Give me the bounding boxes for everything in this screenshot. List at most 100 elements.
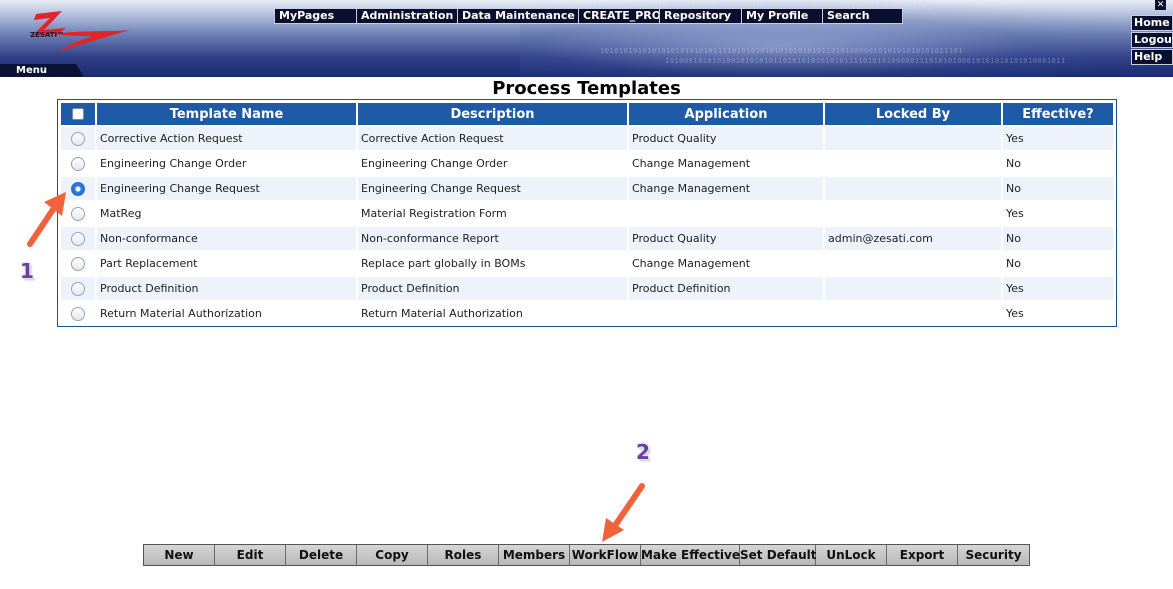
column-description[interactable]: Description [358,103,627,125]
nav-create-pro[interactable]: CREATE_PRO [579,9,660,23]
column-application[interactable]: Application [629,103,823,125]
logo-text: ZESATI™ [30,31,65,39]
table-row[interactable]: Part Replacement Replace part globally in… [61,252,1113,275]
cell-application: Change Management [629,177,823,200]
cell-locked-by [825,252,1001,275]
cell-description: Engineering Change Order [358,152,627,175]
cell-application [629,302,823,325]
cell-description: Corrective Action Request [358,127,627,150]
cell-locked-by [825,302,1001,325]
close-icon[interactable]: ✕ [1155,0,1166,10]
table-row[interactable]: Engineering Change Order Engineering Chan… [61,152,1113,175]
edit-button[interactable]: Edit [215,545,286,565]
annotation-step-1: 1 [20,259,34,283]
set-default-button[interactable]: Set Default [740,545,817,565]
column-template-name[interactable]: Template Name [97,103,356,125]
help-button[interactable]: Help [1131,49,1173,65]
cell-locked-by [825,277,1001,300]
workflow-button[interactable]: WorkFlow [570,545,641,565]
binary-decoration: 1010001010101001010101011010101010101011… [665,57,1066,65]
row-select-cell [61,152,95,175]
table-row[interactable]: Corrective Action Request Corrective Acti… [61,127,1113,150]
cell-locked-by [825,127,1001,150]
cell-description: Replace part globally in BOMs [358,252,627,275]
row-select-cell [61,127,95,150]
nav-my-profile[interactable]: My Profile [742,9,823,23]
roles-button[interactable]: Roles [428,545,499,565]
row-radio-button[interactable] [71,181,85,196]
cell-template-name: Corrective Action Request [97,127,356,150]
cell-locked-by [825,177,1001,200]
table-row[interactable]: Return Material Authorization Return Mate… [61,302,1113,325]
copy-button[interactable]: Copy [357,545,428,565]
row-select-cell [61,302,95,325]
row-radio-button[interactable] [71,281,85,296]
export-button[interactable]: Export [887,545,958,565]
security-button[interactable]: Security [958,545,1029,565]
home-button[interactable]: Home [1131,15,1173,31]
cell-locked-by [825,202,1001,225]
row-select-cell [61,277,95,300]
cell-application: Change Management [629,152,823,175]
row-radio-button[interactable] [71,156,85,171]
cell-effective: No [1003,152,1113,175]
delete-button[interactable]: Delete [286,545,357,565]
cell-description: Return Material Authorization [358,302,627,325]
top-navigation: MyPages Administration Data Maintenance … [274,8,903,24]
nav-administration[interactable]: Administration [357,9,458,23]
unlock-button[interactable]: UnLock [816,545,887,565]
cell-template-name: Return Material Authorization [97,302,356,325]
cell-application: Product Quality [629,127,823,150]
nav-search[interactable]: Search [823,9,902,23]
new-button[interactable]: New [144,545,215,565]
row-radio-button[interactable] [71,231,85,246]
members-button[interactable]: Members [499,545,570,565]
cell-application: Product Quality [629,227,823,250]
cell-effective: Yes [1003,277,1113,300]
cell-locked-by: admin@zesati.com [825,227,1001,250]
make-effective-button[interactable]: Make Effective [641,545,740,565]
cell-effective: Yes [1003,302,1113,325]
cell-application [629,202,823,225]
cell-application: Change Management [629,252,823,275]
row-radio-button[interactable] [71,131,85,146]
cell-effective: No [1003,227,1113,250]
logout-button[interactable]: Logout [1131,32,1173,48]
nav-data-maintenance[interactable]: Data Maintenance [458,9,579,23]
nav-mypages[interactable]: MyPages [275,9,357,23]
annotation-arrow-2 [602,483,645,542]
row-radio-button[interactable] [71,256,85,271]
table-row[interactable]: Product Definition Product Definition Prod… [61,277,1113,300]
cell-template-name: Non-conformance [97,227,356,250]
cell-template-name: Product Definition [97,277,356,300]
column-locked-by[interactable]: Locked By [825,103,1001,125]
page-title: Process Templates [492,78,681,99]
row-radio-button[interactable] [71,206,85,221]
cell-description: Engineering Change Request [358,177,627,200]
row-select-cell [61,252,95,275]
cell-effective: Yes [1003,127,1113,150]
binary-decoration: 1010101010101010101010101111010101010101… [600,47,964,55]
cell-template-name: Engineering Change Request [97,177,356,200]
cell-locked-by [825,152,1001,175]
select-all-checkbox[interactable] [72,108,84,120]
nav-repository[interactable]: Repository [660,9,742,23]
action-toolbar: New Edit Delete Copy Roles Members WorkF… [143,544,1030,566]
cell-effective: No [1003,177,1113,200]
cell-description: Non-conformance Report [358,227,627,250]
cell-effective: Yes [1003,202,1113,225]
table-row[interactable]: MatReg Material Registration Form Yes [61,202,1113,225]
select-all-header [61,103,95,125]
annotation-step-2: 2 [636,440,650,464]
cell-template-name: Part Replacement [97,252,356,275]
column-effective[interactable]: Effective? [1003,103,1113,125]
templates-table: Template Name Description Application Lo… [57,99,1117,327]
table-row[interactable]: Non-conformance Non-conformance Report Pro… [61,227,1113,250]
table-row[interactable]: Engineering Change Request Engineering Ch… [61,177,1113,200]
annotation-arrow-1 [27,192,66,247]
menu-tab[interactable]: Menu [0,64,84,77]
cell-application: Product Definition [629,277,823,300]
cell-template-name: Engineering Change Order [97,152,356,175]
app-header: 1110101010101010110101001011111010101010… [0,0,1173,77]
row-radio-button[interactable] [71,306,85,321]
